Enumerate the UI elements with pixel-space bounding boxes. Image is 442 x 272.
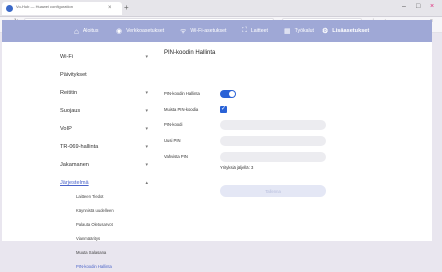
tab-close-icon[interactable]: × [108, 4, 112, 12]
nav-item-home[interactable]: ⌂ Aloitus [74, 20, 98, 42]
new-pin-field[interactable] [220, 136, 326, 146]
maximize-icon[interactable]: □ [416, 2, 420, 11]
sidebar-subitem-change-password[interactable]: Muuta Salasana [76, 248, 106, 258]
nav-item-label: Wi‑Fi‑asetukset [190, 28, 227, 34]
chevron-down-icon: ▾ [145, 108, 148, 114]
minimize-icon[interactable]: – [402, 2, 406, 11]
sidebar-subitem-pin-management[interactable]: PIN‑koodin Hallinta [76, 262, 112, 272]
close-window-icon[interactable]: × [430, 2, 434, 11]
sidebar-item-updates[interactable]: Päivitykset [60, 68, 152, 82]
gear-icon: ⚙ [322, 28, 329, 35]
save-button[interactable]: Tallenna [220, 185, 326, 197]
remember-pin-label: Muista PIN‑koodia [164, 107, 199, 112]
devices-icon: ⛶ [242, 27, 247, 34]
tab-title: Vo‑Hub — Huawei configuration [16, 4, 73, 9]
nav-item-label: Laitteet [250, 28, 268, 34]
pin-management-label: PIN‑koodin Hallinta [164, 91, 200, 96]
nav-item-tools[interactable]: ▦ Työkalut [284, 20, 314, 42]
sidebar-item-label: Wi‑Fi [60, 54, 74, 60]
sidebar-item-label: Päivitykset [60, 72, 87, 78]
nav-item-network[interactable]: ◉ Verkkoasetukset [116, 20, 164, 42]
sidebar-subitem-diagnostics[interactable]: Vianmääritys [76, 234, 100, 244]
pin-label: PIN‑koodi [164, 122, 183, 127]
nav-item-label: Lisäasetukset [332, 28, 370, 34]
remember-pin-checkbox[interactable]: ✓ [220, 106, 227, 113]
wifi-icon: ᯤ [180, 27, 187, 35]
sidebar-item-system[interactable]: Järjestelmä ▴ [60, 176, 152, 190]
sidebar-item-label: Suojaus [60, 108, 81, 114]
new-pin-label: Uusi PIN [164, 138, 181, 143]
pin-management-toggle[interactable] [220, 90, 236, 98]
sidebar-item-label: TR‑069‑hallinta [60, 144, 99, 150]
home-icon: ⌂ [74, 26, 79, 36]
sidebar-item-label: Reititin [60, 90, 78, 96]
chevron-up-icon: ▴ [145, 180, 148, 186]
confirm-pin-label: Vahvista PIN [164, 154, 188, 159]
browser-tab-bar: Vo‑Hub — Huawei configuration × + – □ × [0, 0, 442, 17]
nav-item-label: Verkkoasetukset [126, 28, 165, 34]
pin-field[interactable] [220, 120, 326, 130]
nav-item-devices[interactable]: ⛶ Laitteet [242, 20, 268, 42]
favicon-icon [6, 5, 13, 12]
sidebar-item-label: Järjestelmä [60, 180, 89, 186]
sidebar-item-router[interactable]: Reititin ▾ [60, 86, 152, 100]
chevron-down-icon: ▾ [145, 126, 148, 132]
sidebar-item-tr069[interactable]: TR‑069‑hallinta ▾ [60, 140, 152, 154]
page-body: Wi‑Fi ▾ Päivitykset Reititin ▾ Suojaus ▾… [2, 42, 432, 269]
browser-tab[interactable]: Vo‑Hub — Huawei configuration × [2, 2, 122, 15]
sidebar-subitem-restart[interactable]: Käynnistä uudelleen [76, 206, 114, 216]
chevron-down-icon: ▾ [145, 54, 148, 60]
chevron-down-icon: ▾ [145, 162, 148, 168]
nav-item-advanced[interactable]: ⚙ Lisäasetukset [322, 20, 369, 42]
sidebar-item-label: VoIP [60, 126, 72, 132]
sidebar-subitem-factory-reset[interactable]: Palauta Oletusarvot [76, 220, 113, 230]
nav-item-label: Aloitus [82, 28, 99, 34]
page-title: PIN‑koodin Hallinta [164, 50, 216, 56]
main-nav: ⌂ Aloitus ◉ Verkkoasetukset ᯤ Wi‑Fi‑aset… [2, 20, 432, 42]
new-tab-icon[interactable]: + [124, 3, 129, 12]
nav-item-label: Työkalut [294, 28, 314, 34]
chevron-down-icon: ▾ [145, 144, 148, 150]
confirm-pin-field[interactable] [220, 152, 326, 162]
attempts-remaining: Yrityksiä jäljellä: 3 [220, 165, 254, 170]
chevron-down-icon: ▾ [145, 90, 148, 96]
sidebar-item-security[interactable]: Suojaus ▾ [60, 104, 152, 118]
sidebar-item-sharing[interactable]: Jakamanen ▾ [60, 158, 152, 172]
globe-icon: ◉ [116, 28, 123, 35]
nav-item-wifi[interactable]: ᯤ Wi‑Fi‑asetukset [180, 20, 226, 42]
sidebar-item-voip[interactable]: VoIP ▾ [60, 122, 152, 136]
toggle-knob [229, 91, 235, 97]
sidebar-subitem-device-info[interactable]: Laitteen Tiedot [76, 192, 103, 202]
tools-icon: ▦ [284, 28, 291, 35]
sidebar-item-label: Jakamanen [60, 162, 89, 168]
sidebar-item-wifi[interactable]: Wi‑Fi ▾ [60, 50, 152, 64]
